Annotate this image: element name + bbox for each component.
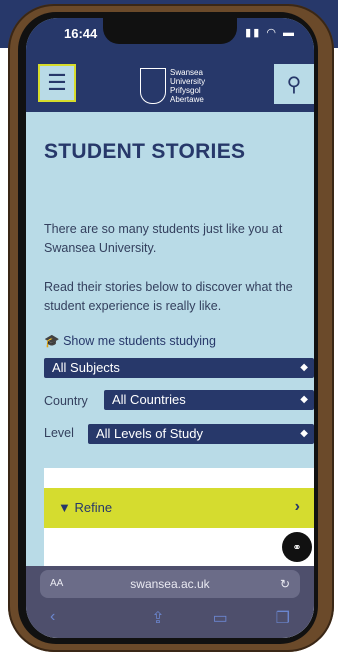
show-label-text: Show me students studying — [63, 334, 216, 348]
reload-icon[interactable]: ↻ — [280, 570, 290, 598]
refine-label: ▼ Refine — [58, 500, 112, 515]
hamburger-icon: ☰ — [47, 70, 67, 95]
chevron-right-icon: › — [294, 498, 300, 515]
refine-text: Refine — [74, 500, 113, 515]
page-title: STUDENT STORIES — [44, 140, 246, 163]
intro-text: There are so many students just like you… — [44, 222, 283, 255]
filter-icon: ▼ — [58, 500, 71, 515]
notch — [103, 18, 237, 44]
share-icon[interactable]: ⇪ — [151, 608, 164, 628]
chevron-updown-icon: ◆ — [300, 428, 308, 439]
intro-text-2: Read their stories below to discover wha… — [44, 280, 293, 313]
status-icons: ▮▮ ◠ ▬ — [245, 27, 296, 39]
status-time: 16:44 — [64, 26, 98, 41]
country-value: All Countries — [112, 392, 186, 407]
back-icon[interactable]: ‹ — [50, 608, 55, 628]
country-label: Country — [44, 394, 88, 408]
url-text: swansea.ac.uk — [130, 577, 210, 591]
chevron-updown-icon: ◆ — [300, 362, 308, 373]
logo-line: Prifysgol — [170, 86, 201, 95]
logo-line: University — [170, 77, 206, 86]
level-label: Level — [44, 426, 74, 440]
level-value: All Levels of Study — [96, 426, 203, 441]
graduation-cap-icon: 🎓 — [44, 334, 60, 348]
university-logo[interactable]: Swansea University Prifysgol Abertawe — [140, 66, 220, 106]
level-select[interactable]: All Levels of Study ◆ — [88, 424, 314, 444]
text-size-button[interactable]: AA — [50, 570, 63, 598]
chevron-updown-icon: ◆ — [300, 394, 308, 405]
logo-text: Swansea University Prifysgol Abertawe — [170, 68, 205, 104]
browser-toolbar: ‹ ⇪ ▭ ❐ — [26, 608, 314, 628]
refine-button[interactable]: ▼ Refine › — [44, 488, 314, 528]
logo-line: Swansea — [170, 68, 203, 77]
menu-button[interactable]: ☰ — [38, 64, 76, 102]
link-icon[interactable]: ⚭ — [282, 532, 312, 562]
bookmarks-icon[interactable]: ▭ — [213, 608, 228, 628]
search-button[interactable]: ⚲ — [274, 64, 314, 104]
logo-line: Abertawe — [170, 95, 204, 104]
country-select[interactable]: All Countries ◆ — [104, 390, 314, 410]
show-label: 🎓 Show me students studying — [44, 334, 216, 349]
site-header: ☰ Swansea University Prifysgol Abertawe … — [26, 44, 314, 112]
address-bar[interactable]: AA swansea.ac.uk ↻ — [40, 570, 300, 598]
crest-icon — [140, 68, 166, 104]
subject-value: All Subjects — [52, 360, 120, 375]
browser-bar: AA swansea.ac.uk ↻ ‹ ⇪ ▭ ❐ — [26, 566, 314, 638]
main-content: STUDENT STORIES There are so many studen… — [26, 112, 314, 638]
phone-screen: 16:44 ▮▮ ◠ ▬ ☰ Swansea University Prifys… — [26, 18, 314, 638]
tabs-icon[interactable]: ❐ — [276, 608, 290, 628]
search-icon: ⚲ — [286, 73, 302, 96]
subject-select[interactable]: All Subjects ◆ — [44, 358, 314, 378]
